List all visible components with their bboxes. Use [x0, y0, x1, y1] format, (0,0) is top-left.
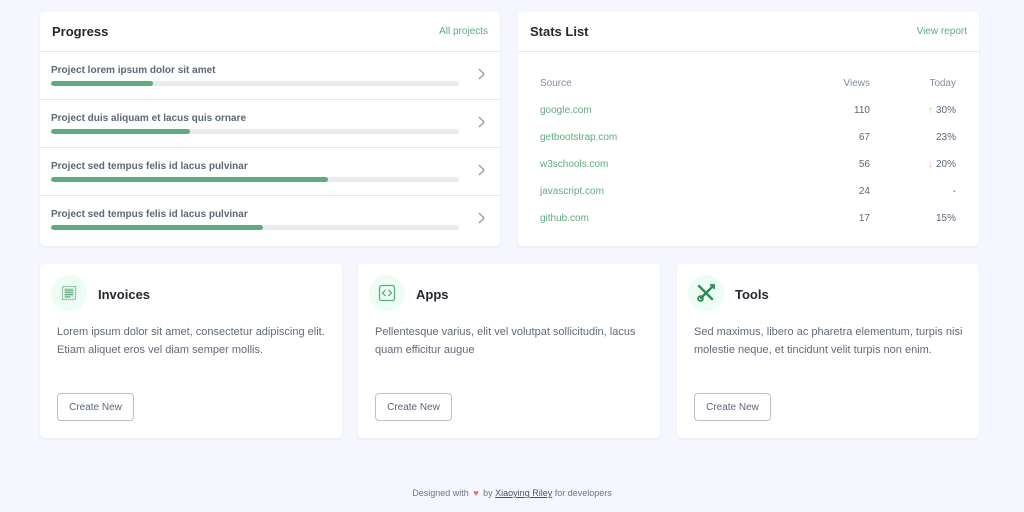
progress-bar-fill: [51, 129, 190, 134]
column-header-today: Today: [929, 78, 956, 89]
footer-suffix: for developers: [554, 488, 612, 498]
code-square-icon: [378, 284, 396, 302]
progress-item[interactable]: Project sed tempus felis id lacus pulvin…: [40, 196, 500, 244]
footer: Designed with ♥ by Xiaoying Riley for de…: [0, 488, 1024, 498]
stats-card-header: Stats List View report: [518, 12, 979, 52]
today-cell: ↓ 20%: [870, 159, 956, 170]
progress-bar: [51, 177, 459, 182]
views-value: 67: [858, 132, 870, 143]
create-new-button[interactable]: Create New: [375, 393, 452, 421]
invoices-card: Invoices Lorem ipsum dolor sit amet, con…: [40, 264, 342, 438]
card-description: Lorem ipsum dolor sit amet, consectetur …: [57, 326, 325, 356]
table-row: getbootstrap.com 67 23%: [540, 124, 956, 151]
heart-icon: ♥: [473, 488, 479, 498]
views-value: 56: [858, 159, 870, 170]
stats-table: Source Views Today google.com 110 ↑ 30% g…: [540, 70, 956, 232]
progress-item[interactable]: Project sed tempus felis id lacus pulvin…: [40, 148, 500, 196]
stats-header-row: Source Views Today: [540, 70, 956, 97]
icon-badge: [369, 275, 405, 311]
stats-title: Stats List: [530, 24, 589, 39]
progress-bar: [51, 225, 459, 230]
progress-item[interactable]: Project lorem ipsum dolor sit amet: [40, 52, 500, 100]
views-value: 17: [858, 213, 870, 224]
create-new-button[interactable]: Create New: [57, 393, 134, 421]
column-header-source: Source: [540, 78, 572, 89]
progress-title: Progress: [52, 24, 109, 39]
card-description: Pellentesque varius, elit vel volutpat s…: [375, 326, 636, 356]
progress-bar-fill: [51, 177, 329, 182]
chevron-right-icon: [478, 116, 485, 128]
view-report-link[interactable]: View report: [917, 26, 967, 37]
progress-bar: [51, 129, 459, 134]
footer-by: by: [483, 488, 493, 498]
progress-item[interactable]: Project duis aliquam et lacus quis ornar…: [40, 100, 500, 148]
views-value: 24: [858, 186, 870, 197]
tools-card: Tools Sed maximus, libero ac pharetra el…: [677, 264, 979, 438]
progress-item-label: Project sed tempus felis id lacus pulvin…: [51, 209, 248, 220]
chevron-right-icon: [478, 68, 485, 80]
column-header-views: Views: [843, 78, 871, 89]
card-title: Apps: [416, 287, 449, 302]
source-link[interactable]: github.com: [540, 213, 589, 224]
arrow-up-icon: ↑: [927, 105, 933, 116]
icon-badge: [51, 275, 87, 311]
card-title: Invoices: [98, 287, 151, 302]
progress-list: Project lorem ipsum dolor sit amet Proje…: [40, 52, 500, 244]
today-cell: ↑ 30%: [870, 105, 956, 116]
progress-item-label: Project duis aliquam et lacus quis ornar…: [51, 113, 247, 124]
icon-badge: [688, 275, 724, 311]
source-link[interactable]: w3schools.com: [540, 159, 608, 170]
arrow-down-icon: ↓: [927, 159, 933, 170]
chevron-right-icon: [478, 212, 485, 224]
views-value: 110: [854, 105, 870, 116]
today-value: 23%: [935, 132, 956, 143]
progress-card-header: Progress All projects: [40, 12, 500, 52]
source-link[interactable]: getbootstrap.com: [540, 132, 617, 143]
card-title: Tools: [735, 287, 769, 302]
table-row: google.com 110 ↑ 30%: [540, 97, 956, 124]
create-new-button[interactable]: Create New: [694, 393, 771, 421]
source-link[interactable]: google.com: [540, 105, 592, 116]
footer-prefix: Designed with: [412, 488, 469, 498]
apps-card: Apps Pellentesque varius, elit vel volut…: [358, 264, 660, 438]
table-row: w3schools.com 56 ↓ 20%: [540, 151, 956, 178]
author-link[interactable]: Xiaoying Riley: [495, 488, 552, 498]
today-value: -: [952, 186, 956, 197]
source-link[interactable]: javascript.com: [540, 186, 604, 197]
today-value: 30%: [935, 105, 956, 116]
today-value: 15%: [935, 213, 956, 224]
progress-bar: [51, 81, 459, 86]
receipt-icon: [61, 285, 77, 301]
card-description: Sed maximus, libero ac pharetra elementu…: [694, 326, 963, 356]
table-row: github.com 17 15%: [540, 205, 956, 232]
progress-bar-fill: [51, 225, 264, 230]
progress-card: Progress All projects Project lorem ipsu…: [40, 12, 500, 246]
progress-item-label: Project lorem ipsum dolor sit amet: [51, 65, 216, 76]
progress-item-label: Project sed tempus felis id lacus pulvin…: [51, 161, 248, 172]
all-projects-link[interactable]: All projects: [439, 26, 488, 37]
progress-bar-fill: [51, 81, 153, 86]
table-row: javascript.com 24 -: [540, 178, 956, 205]
chevron-right-icon: [478, 164, 485, 176]
tools-icon: [697, 284, 715, 302]
today-value: 20%: [935, 159, 956, 170]
stats-card: Stats List View report Source Views Toda…: [518, 12, 979, 246]
